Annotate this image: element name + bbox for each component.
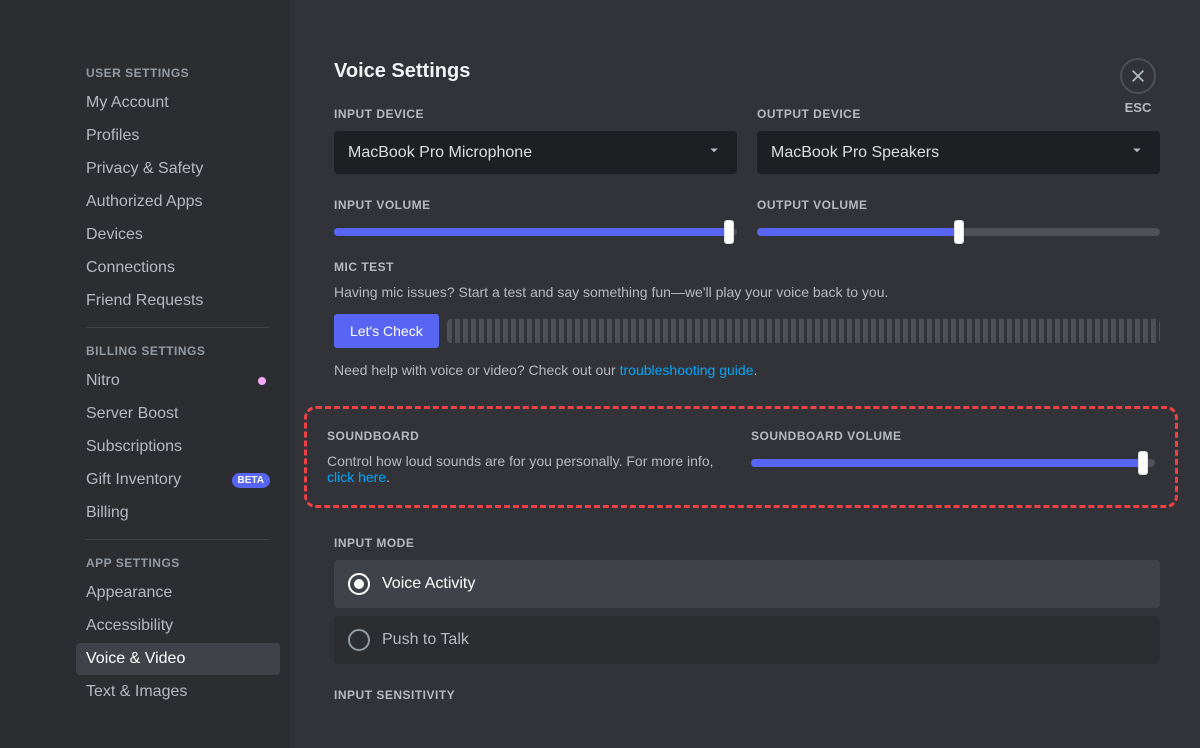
mic-level-meter — [447, 319, 1160, 343]
sidebar-item-label: Gift Inventory — [86, 471, 181, 489]
sidebar-item-connections[interactable]: Connections — [76, 252, 280, 284]
output-volume-slider[interactable] — [757, 228, 1160, 236]
troubleshooting-text: Need help with voice or video? Check out… — [334, 362, 1160, 378]
sidebar-item-label: Nitro — [86, 372, 120, 390]
sidebar-item-voice-video[interactable]: Voice & Video — [76, 643, 280, 675]
input-sensitivity-label: Input Sensitivity — [334, 688, 1160, 702]
output-device-label: Output Device — [757, 107, 1160, 121]
radio-voice-activity[interactable]: Voice Activity — [334, 560, 1160, 608]
radio-label: Push to Talk — [382, 631, 469, 649]
soundboard-volume-slider[interactable] — [751, 459, 1155, 467]
soundboard-highlight: Soundboard Control how loud sounds are f… — [304, 406, 1178, 508]
settings-sidebar: User Settings My Account Profiles Privacy &… — [0, 0, 290, 748]
section-header: App Settings — [76, 550, 280, 576]
section-header: Billing Settings — [76, 338, 280, 364]
sidebar-item-label: Subscriptions — [86, 438, 182, 456]
soundboard-link[interactable]: click here — [327, 469, 386, 485]
soundboard-label: Soundboard — [327, 429, 731, 443]
sidebar-item-label: Voice & Video — [86, 650, 185, 668]
sidebar-item-label: Privacy & Safety — [86, 160, 203, 178]
sidebar-item-server-boost[interactable]: Server Boost — [76, 398, 280, 430]
sidebar-item-label: My Account — [86, 94, 169, 112]
sidebar-item-label: Appearance — [86, 584, 172, 602]
mic-test-label: Mic Test — [334, 260, 1160, 274]
divider — [86, 539, 270, 540]
sidebar-item-label: Text & Images — [86, 683, 187, 701]
output-device-select[interactable]: MacBook Pro Speakers — [757, 131, 1160, 174]
radio-circle-icon — [348, 573, 370, 595]
output-device-value: MacBook Pro Speakers — [771, 144, 939, 162]
troubleshooting-prefix: Need help with voice or video? Check out… — [334, 362, 620, 378]
nitro-icon — [254, 373, 270, 389]
sidebar-item-label: Server Boost — [86, 405, 178, 423]
sidebar-item-my-account[interactable]: My Account — [76, 87, 280, 119]
radio-circle-icon — [348, 629, 370, 651]
sidebar-item-label: Devices — [86, 226, 143, 244]
badge-beta: BETA — [232, 473, 270, 488]
input-mode-label: Input Mode — [334, 536, 1160, 550]
chevron-down-icon — [1128, 141, 1146, 164]
close-icon — [1120, 58, 1156, 94]
input-mode-group: Voice Activity Push to Talk — [334, 560, 1160, 664]
sidebar-item-gift-inventory[interactable]: Gift Inventory BETA — [76, 464, 280, 496]
sidebar-item-friend-requests[interactable]: Friend Requests — [76, 285, 280, 317]
input-device-value: MacBook Pro Microphone — [348, 144, 532, 162]
sidebar-item-privacy-safety[interactable]: Privacy & Safety — [76, 153, 280, 185]
sidebar-item-label: Billing — [86, 504, 129, 522]
close-button[interactable]: ESC — [1120, 58, 1156, 115]
section-header: User Settings — [76, 60, 280, 86]
radio-push-to-talk[interactable]: Push to Talk — [334, 616, 1160, 664]
settings-content: ESC Voice Settings Input Device MacBook … — [290, 0, 1200, 748]
input-device-select[interactable]: MacBook Pro Microphone — [334, 131, 737, 174]
sidebar-item-profiles[interactable]: Profiles — [76, 120, 280, 152]
sidebar-item-billing[interactable]: Billing — [76, 497, 280, 529]
sidebar-item-nitro[interactable]: Nitro — [76, 365, 280, 397]
sidebar-item-devices[interactable]: Devices — [76, 219, 280, 251]
sidebar-item-authorized-apps[interactable]: Authorized Apps — [76, 186, 280, 218]
sidebar-item-label: Friend Requests — [86, 292, 203, 310]
lets-check-button[interactable]: Let's Check — [334, 314, 439, 348]
sidebar-item-label: Connections — [86, 259, 175, 277]
soundboard-volume-label: Soundboard Volume — [751, 429, 1155, 443]
chevron-down-icon — [705, 141, 723, 164]
input-volume-slider[interactable] — [334, 228, 737, 236]
sidebar-item-label: Accessibility — [86, 617, 173, 635]
divider — [86, 327, 270, 328]
close-label: ESC — [1125, 100, 1152, 115]
sidebar-item-appearance[interactable]: Appearance — [76, 577, 280, 609]
output-volume-label: Output Volume — [757, 198, 1160, 212]
sidebar-item-accessibility[interactable]: Accessibility — [76, 610, 280, 642]
mic-test-help: Having mic issues? Start a test and say … — [334, 284, 1160, 300]
radio-label: Voice Activity — [382, 575, 475, 593]
soundboard-help: Control how loud sounds are for you pers… — [327, 453, 731, 485]
sidebar-item-text-images[interactable]: Text & Images — [76, 676, 280, 708]
input-device-label: Input Device — [334, 107, 737, 121]
troubleshooting-suffix: . — [754, 362, 758, 378]
troubleshooting-link[interactable]: troubleshooting guide — [620, 362, 754, 378]
sidebar-item-label: Profiles — [86, 127, 139, 145]
sidebar-item-subscriptions[interactable]: Subscriptions — [76, 431, 280, 463]
sidebar-item-label: Authorized Apps — [86, 193, 203, 211]
input-volume-label: Input Volume — [334, 198, 737, 212]
page-title: Voice Settings — [334, 60, 1160, 83]
